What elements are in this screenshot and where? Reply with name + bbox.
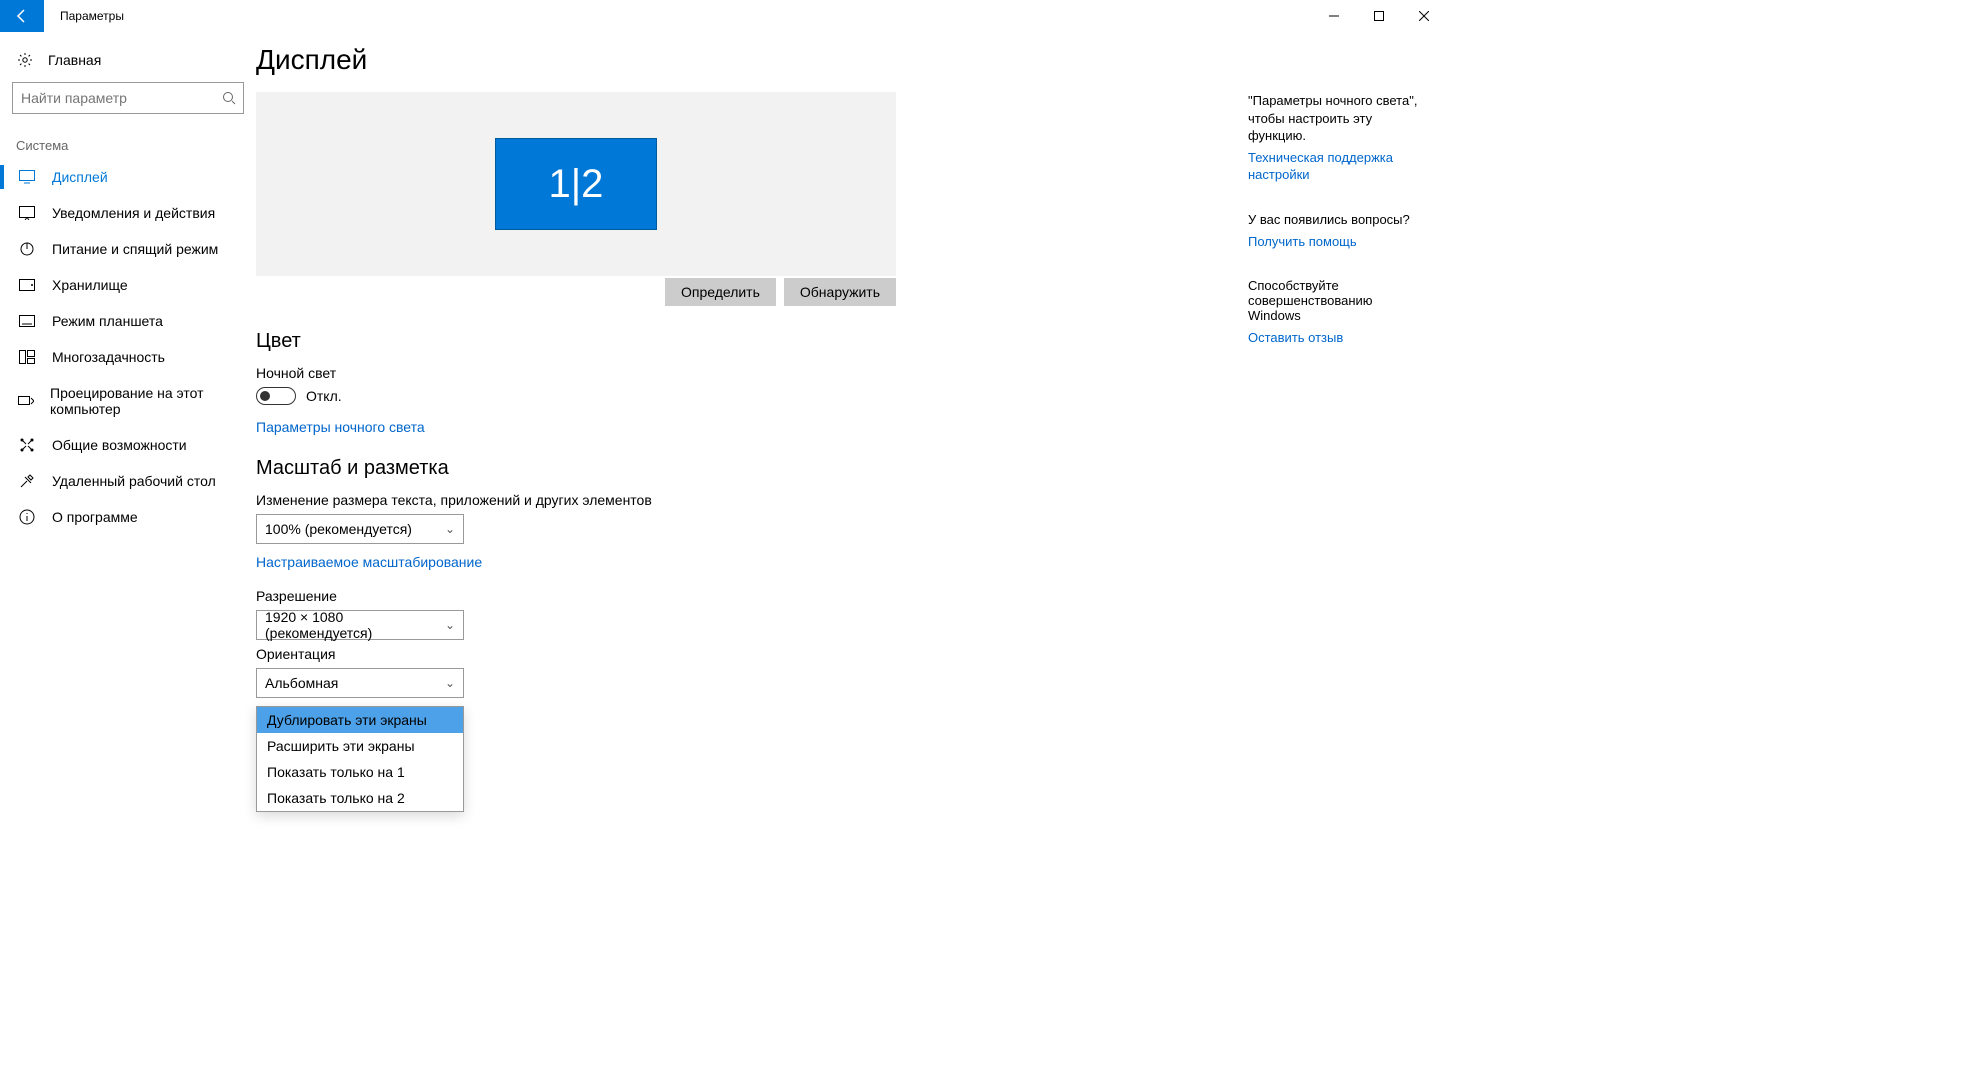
tip-text: "Параметры ночного света", чтобы настрои…: [1248, 92, 1428, 145]
sidebar-item-label: Дисплей: [52, 169, 108, 185]
sidebar-item-label: Проецирование на этот компьютер: [50, 385, 240, 417]
minimize-icon: [1329, 11, 1339, 21]
page-title: Дисплей: [256, 40, 1446, 92]
sidebar-item-notifications[interactable]: Уведомления и действия: [0, 195, 256, 231]
remote-icon: [18, 473, 36, 489]
back-button[interactable]: [0, 0, 44, 32]
storage-icon: [18, 279, 36, 291]
identify-button[interactable]: Определить: [665, 278, 776, 306]
search-input[interactable]: [12, 82, 244, 114]
get-help-link[interactable]: Получить помощь: [1248, 233, 1428, 251]
orientation-label: Ориентация: [256, 646, 1446, 662]
power-icon: [18, 241, 36, 257]
feedback-link[interactable]: Оставить отзыв: [1248, 329, 1428, 347]
sidebar-item-label: Многозадачность: [52, 349, 165, 365]
sidebar-item-label: Уведомления и действия: [52, 205, 215, 221]
resolution-label: Разрешение: [256, 588, 1446, 604]
nightlight-toggle[interactable]: [256, 387, 296, 405]
monitor-icon: [18, 170, 36, 184]
sidebar-item-label: Удаленный рабочий стол: [52, 473, 216, 489]
dropdown-option[interactable]: Расширить эти экраны: [257, 733, 463, 759]
search-box[interactable]: [12, 82, 244, 114]
feedback-head: Способствуйте совершенствованию Windows: [1248, 278, 1428, 323]
project-icon: [18, 394, 34, 408]
sidebar-item-label: О программе: [52, 509, 138, 525]
custom-scaling-link[interactable]: Настраиваемое масштабирование: [256, 554, 482, 570]
multitask-icon: [18, 350, 36, 364]
maximize-button[interactable]: [1356, 0, 1401, 32]
sidebar-item-label: Общие возможности: [52, 437, 187, 453]
scale-value: 100% (рекомендуется): [265, 521, 412, 537]
resolution-combo[interactable]: 1920 × 1080 (рекомендуется) ⌄: [256, 610, 464, 640]
sidebar-item-remote[interactable]: Удаленный рабочий стол: [0, 463, 256, 499]
close-button[interactable]: [1401, 0, 1446, 32]
sidebar-item-label: Хранилище: [52, 277, 128, 293]
section-scale: Масштаб и разметка: [256, 457, 1446, 480]
dropdown-option[interactable]: Показать только на 2: [257, 785, 463, 811]
scale-label: Изменение размера текста, приложений и д…: [256, 492, 1446, 508]
display-arrangement-area[interactable]: 1|2: [256, 92, 896, 276]
sidebar-item-multitask[interactable]: Многозадачность: [0, 339, 256, 375]
sidebar-item-power[interactable]: Питание и спящий режим: [0, 231, 256, 267]
info-icon: [18, 509, 36, 525]
maximize-icon: [1374, 11, 1384, 21]
shared-icon: [18, 437, 36, 453]
home-button[interactable]: Главная: [0, 42, 256, 78]
sidebar-item-tablet[interactable]: Режим планшета: [0, 303, 256, 339]
window-title: Параметры: [44, 0, 124, 32]
notification-icon: [18, 206, 36, 220]
arrow-left-icon: [14, 8, 30, 24]
sidebar-item-display[interactable]: Дисплей: [0, 159, 256, 195]
sidebar-group-label: Система: [0, 124, 256, 159]
titlebar: Параметры: [0, 0, 1446, 32]
orientation-value: Альбомная: [265, 675, 338, 691]
nightlight-label: Ночной свет: [256, 365, 1446, 381]
support-link[interactable]: Техническая поддержка настройки: [1248, 149, 1428, 184]
dropdown-option[interactable]: Дублировать эти экраны: [257, 707, 463, 733]
chevron-down-icon: ⌄: [445, 618, 455, 632]
tablet-icon: [18, 315, 36, 327]
orientation-combo[interactable]: Альбомная ⌄: [256, 668, 464, 698]
minimize-button[interactable]: [1311, 0, 1356, 32]
sidebar: Главная Система Дисплей Уведомления и де…: [0, 32, 256, 770]
sidebar-item-about[interactable]: О программе: [0, 499, 256, 535]
resolution-value: 1920 × 1080 (рекомендуется): [265, 609, 445, 641]
sidebar-item-label: Режим планшета: [52, 313, 163, 329]
questions-head: У вас появились вопросы?: [1248, 212, 1428, 227]
nightlight-state: Откл.: [306, 388, 342, 404]
close-icon: [1419, 11, 1429, 21]
chevron-down-icon: ⌄: [445, 522, 455, 536]
sidebar-item-project[interactable]: Проецирование на этот компьютер: [0, 375, 256, 427]
scale-combo[interactable]: 100% (рекомендуется) ⌄: [256, 514, 464, 544]
monitor-label: 1|2: [549, 162, 604, 207]
search-icon: [222, 91, 236, 105]
main-content: Дисплей 1|2 Определить Обнаружить Цвет Н…: [256, 32, 1446, 770]
sidebar-item-shared[interactable]: Общие возможности: [0, 427, 256, 463]
monitor-preview[interactable]: 1|2: [495, 138, 657, 230]
gear-icon: [16, 52, 34, 68]
sidebar-item-storage[interactable]: Хранилище: [0, 267, 256, 303]
sidebar-item-label: Питание и спящий режим: [52, 241, 218, 257]
home-label: Главная: [48, 52, 101, 68]
right-panel: "Параметры ночного света", чтобы настрои…: [1248, 92, 1428, 347]
multi-display-dropdown[interactable]: Дублировать эти экраны Расширить эти экр…: [256, 706, 464, 812]
detect-button[interactable]: Обнаружить: [784, 278, 896, 306]
window-controls: [1311, 0, 1446, 32]
dropdown-option[interactable]: Показать только на 1: [257, 759, 463, 785]
chevron-down-icon: ⌄: [445, 676, 455, 690]
nightlight-settings-link[interactable]: Параметры ночного света: [256, 419, 425, 435]
